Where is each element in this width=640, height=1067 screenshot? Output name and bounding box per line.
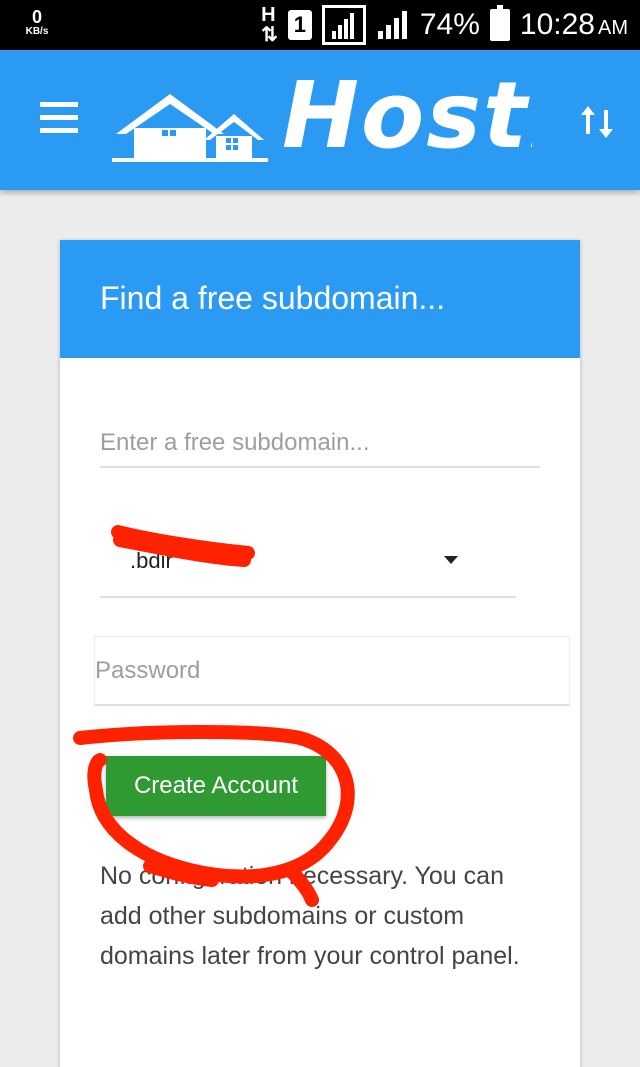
sim-icon: 1 xyxy=(287,10,312,40)
network-speed: 0 KB/s xyxy=(20,8,54,37)
network-speed-value: 0 xyxy=(31,7,42,27)
brand-wordmark: HostB xyxy=(282,70,532,162)
domain-select-value: .bdir xyxy=(130,548,173,573)
menu-button[interactable] xyxy=(40,102,84,138)
signup-card: Find a free subdomain... .bdir Create Ac… xyxy=(60,240,580,1067)
status-icons: H ⇅ 1 74% 10:28 AM xyxy=(261,4,628,46)
swap-vertical-icon xyxy=(581,106,613,138)
data-activity-icon: H ⇅ xyxy=(261,4,278,46)
domain-select[interactable]: .bdir xyxy=(100,530,516,598)
battery-percent: 74% xyxy=(419,8,480,41)
chevron-down-icon xyxy=(444,556,458,564)
create-account-button[interactable]: Create Account xyxy=(106,756,326,816)
clock-ampm: AM xyxy=(598,17,628,39)
status-bar: 0 KB/s H ⇅ 1 74% 10:28 AM xyxy=(0,0,640,50)
subdomain-input[interactable] xyxy=(100,420,540,468)
description-text: No configuration necessary. You can add … xyxy=(100,862,520,970)
app-bar: HostB xyxy=(0,50,640,190)
network-speed-unit: KB/s xyxy=(25,26,49,37)
house-logo-icon xyxy=(112,88,268,169)
password-input[interactable] xyxy=(94,636,570,706)
hamburger-icon xyxy=(40,102,78,107)
signal-box-icon xyxy=(321,5,366,45)
sort-button[interactable] xyxy=(578,100,618,144)
battery-icon xyxy=(489,5,510,41)
card-title: Find a free subdomain... xyxy=(100,280,446,316)
card-header: Find a free subdomain... xyxy=(60,240,580,358)
clock-time: 10:28 xyxy=(519,8,595,41)
signal-strength-icon xyxy=(376,9,410,41)
clock: 10:28 AM xyxy=(520,10,628,40)
